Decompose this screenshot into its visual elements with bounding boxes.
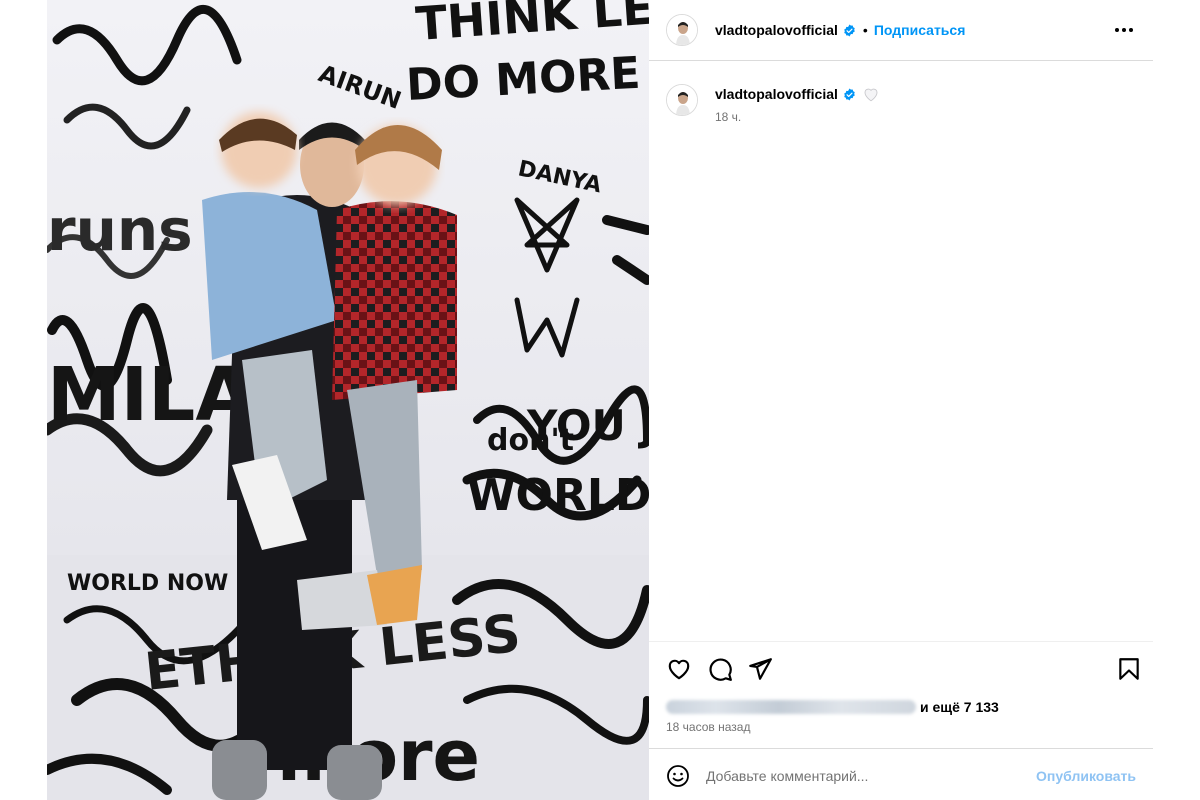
avatar-image bbox=[667, 85, 697, 115]
action-bar bbox=[666, 656, 1139, 682]
caption-avatar[interactable] bbox=[666, 84, 698, 116]
caption-time[interactable]: 18 ч. bbox=[715, 110, 880, 124]
paper-plane-icon[interactable] bbox=[747, 656, 773, 682]
graffiti-world: WORLD bbox=[467, 470, 649, 521]
heart-outline-icon[interactable] bbox=[666, 656, 692, 682]
actions-divider bbox=[649, 641, 1153, 642]
comment-bubble-icon[interactable] bbox=[707, 656, 733, 682]
verified-badge-icon bbox=[844, 24, 855, 36]
header-separator: • bbox=[862, 22, 868, 38]
instagram-post: THINK LESS. DO MORE DANYA runs don't YOU… bbox=[0, 0, 1200, 800]
publish-button[interactable]: Опубликовать bbox=[1036, 768, 1136, 784]
header-username[interactable]: vladtopalovofficial bbox=[715, 22, 838, 38]
comment-divider bbox=[649, 748, 1153, 749]
likes-row[interactable]: и ещё 7 133 bbox=[666, 697, 1136, 717]
white-heart-emoji-icon bbox=[864, 88, 878, 102]
comment-input[interactable] bbox=[706, 764, 1026, 788]
post-photo[interactable]: THINK LESS. DO MORE DANYA runs don't YOU… bbox=[47, 0, 649, 800]
blurred-liker-names bbox=[666, 700, 916, 714]
caption-line: vladtopalovofficial bbox=[715, 84, 880, 104]
smiley-face-icon[interactable] bbox=[666, 764, 690, 788]
comment-bar: Опубликовать bbox=[666, 762, 1136, 790]
more-options-icon[interactable] bbox=[1112, 20, 1136, 40]
bookmark-icon[interactable] bbox=[1116, 656, 1142, 682]
graffiti-runs: runs bbox=[47, 196, 193, 264]
avatar[interactable] bbox=[666, 14, 698, 46]
post-sidebar: vladtopalovofficial • Подписаться vladto… bbox=[649, 0, 1153, 800]
graffiti-mila: MILA bbox=[47, 352, 253, 438]
caption-body: vladtopalovofficial 18 ч. bbox=[715, 84, 880, 124]
post-date[interactable]: 18 часов назад bbox=[666, 720, 750, 734]
graffiti-world-now: WORLD NOW bbox=[67, 571, 228, 596]
verified-badge-icon bbox=[844, 88, 855, 100]
likes-count[interactable]: и ещё 7 133 bbox=[920, 699, 999, 715]
avatar-image bbox=[667, 15, 697, 45]
caption-username[interactable]: vladtopalovofficial bbox=[715, 86, 838, 102]
post-header: vladtopalovofficial • Подписаться bbox=[649, 0, 1153, 61]
post-photo-image: THINK LESS. DO MORE DANYA runs don't YOU… bbox=[47, 0, 649, 800]
post-caption: vladtopalovofficial 18 ч. bbox=[666, 84, 1136, 124]
graffiti-you-jus: YOU JUS bbox=[526, 401, 649, 450]
follow-button[interactable]: Подписаться bbox=[874, 22, 966, 38]
